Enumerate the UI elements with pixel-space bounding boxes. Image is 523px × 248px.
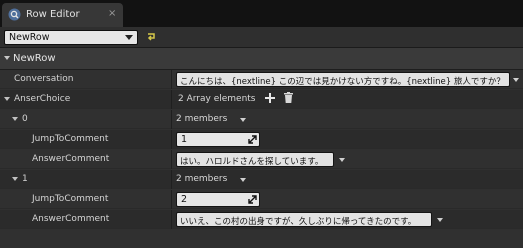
- category-title: NewRow: [13, 53, 56, 64]
- row-editor-icon: [8, 8, 21, 21]
- expand-arrows-icon: [248, 135, 257, 144]
- answer-comment-value: いいえ、この村の出身ですが、久しぶりに帰ってきたのです。: [180, 217, 417, 227]
- close-icon[interactable]: ×: [108, 8, 116, 19]
- name-column: AnserChoice: [0, 90, 172, 109]
- property-row-anser-choice: AnserChoice 2 Array elements: [0, 90, 523, 109]
- answer-comment-value: はい。ハロルドさんを探しています。: [180, 157, 324, 167]
- toolbar: NewRow: [0, 27, 523, 48]
- row-name-value: NewRow: [9, 32, 50, 43]
- conversation-text-field[interactable]: こんにちは、{nextline} この辺では見かけない方ですね。{nextlin…: [176, 72, 510, 87]
- category-header[interactable]: NewRow: [0, 48, 523, 70]
- answer-comment-text-field[interactable]: いいえ、この村の出身ですが、久しぶりに帰ってきたのです。: [176, 212, 432, 227]
- chevron-down-icon: [125, 35, 133, 40]
- tab-bar: Row Editor ×: [0, 0, 523, 27]
- row-editor-window: Row Editor × NewRow NewRow Conversation …: [0, 0, 523, 248]
- array-element-row-1: 1 2 members: [0, 170, 523, 189]
- plus-icon[interactable]: [265, 93, 275, 103]
- jump-to-comment-value: 1: [181, 134, 188, 145]
- array-element-row-0: 0 2 members: [0, 110, 523, 129]
- conversation-value: こんにちは、{nextline} この辺では見かけない方ですね。{nextlin…: [180, 77, 505, 87]
- answer-comment-text-field[interactable]: はい。ハロルドさんを探しています。: [176, 152, 334, 167]
- chevron-down-icon[interactable]: [339, 158, 345, 162]
- tab-title: Row Editor: [26, 9, 80, 20]
- answer-comment-label: AnswerComment: [32, 214, 110, 224]
- jump-to-comment-label: JumpToComment: [32, 134, 109, 144]
- property-row-answer-comment-1: AnswerComment いいえ、この村の出身ですが、久しぶりに帰ってきたので…: [0, 210, 523, 229]
- property-row-answer-comment-0: AnswerComment はい。ハロルドさんを探しています。: [0, 150, 523, 169]
- row-name-dropdown[interactable]: NewRow: [4, 30, 138, 45]
- property-row-jump-to-comment-0: JumpToComment 1: [0, 130, 523, 149]
- trash-icon[interactable]: [284, 92, 293, 103]
- chevron-down-icon[interactable]: [240, 118, 246, 122]
- answer-comment-label: AnswerComment: [32, 154, 110, 164]
- name-column: JumpToComment: [0, 130, 172, 149]
- refresh-icon[interactable]: [146, 31, 157, 42]
- jump-to-comment-value: 2: [181, 194, 188, 205]
- property-row-jump-to-comment-1: JumpToComment 2: [0, 190, 523, 209]
- name-column: 1: [0, 170, 172, 189]
- jump-to-comment-label: JumpToComment: [32, 194, 109, 204]
- element-index-label: 0: [22, 114, 28, 124]
- expand-arrows-icon: [248, 195, 257, 204]
- element-index-label: 1: [22, 174, 28, 184]
- name-column: JumpToComment: [0, 190, 172, 209]
- expand-arrow-icon[interactable]: [12, 117, 18, 121]
- collapse-arrow-icon[interactable]: [4, 56, 10, 60]
- name-column: Conversation: [0, 70, 172, 89]
- conversation-label: Conversation: [14, 74, 74, 84]
- name-column: 0: [0, 110, 172, 129]
- expand-arrow-icon[interactable]: [12, 177, 18, 181]
- property-row-conversation: Conversation こんにちは、{nextline} この辺では見かけない…: [0, 70, 523, 89]
- tab-row-editor[interactable]: Row Editor ×: [2, 3, 123, 27]
- members-count-text: 2 members: [176, 174, 228, 184]
- expand-arrow-icon[interactable]: [4, 97, 10, 101]
- members-count-text: 2 members: [176, 114, 228, 124]
- details-panel: NewRow Conversation こんにちは、{nextline} この辺…: [0, 48, 523, 248]
- chevron-down-icon[interactable]: [240, 178, 246, 182]
- chevron-down-icon[interactable]: [513, 78, 519, 82]
- name-column: AnswerComment: [0, 150, 172, 169]
- array-count-text: 2 Array elements: [178, 94, 256, 104]
- jump-to-comment-number-field[interactable]: 1: [176, 132, 260, 147]
- jump-to-comment-number-field[interactable]: 2: [176, 192, 260, 207]
- name-column: AnswerComment: [0, 210, 172, 229]
- anser-choice-label: AnserChoice: [14, 94, 71, 104]
- chevron-down-icon[interactable]: [437, 218, 443, 222]
